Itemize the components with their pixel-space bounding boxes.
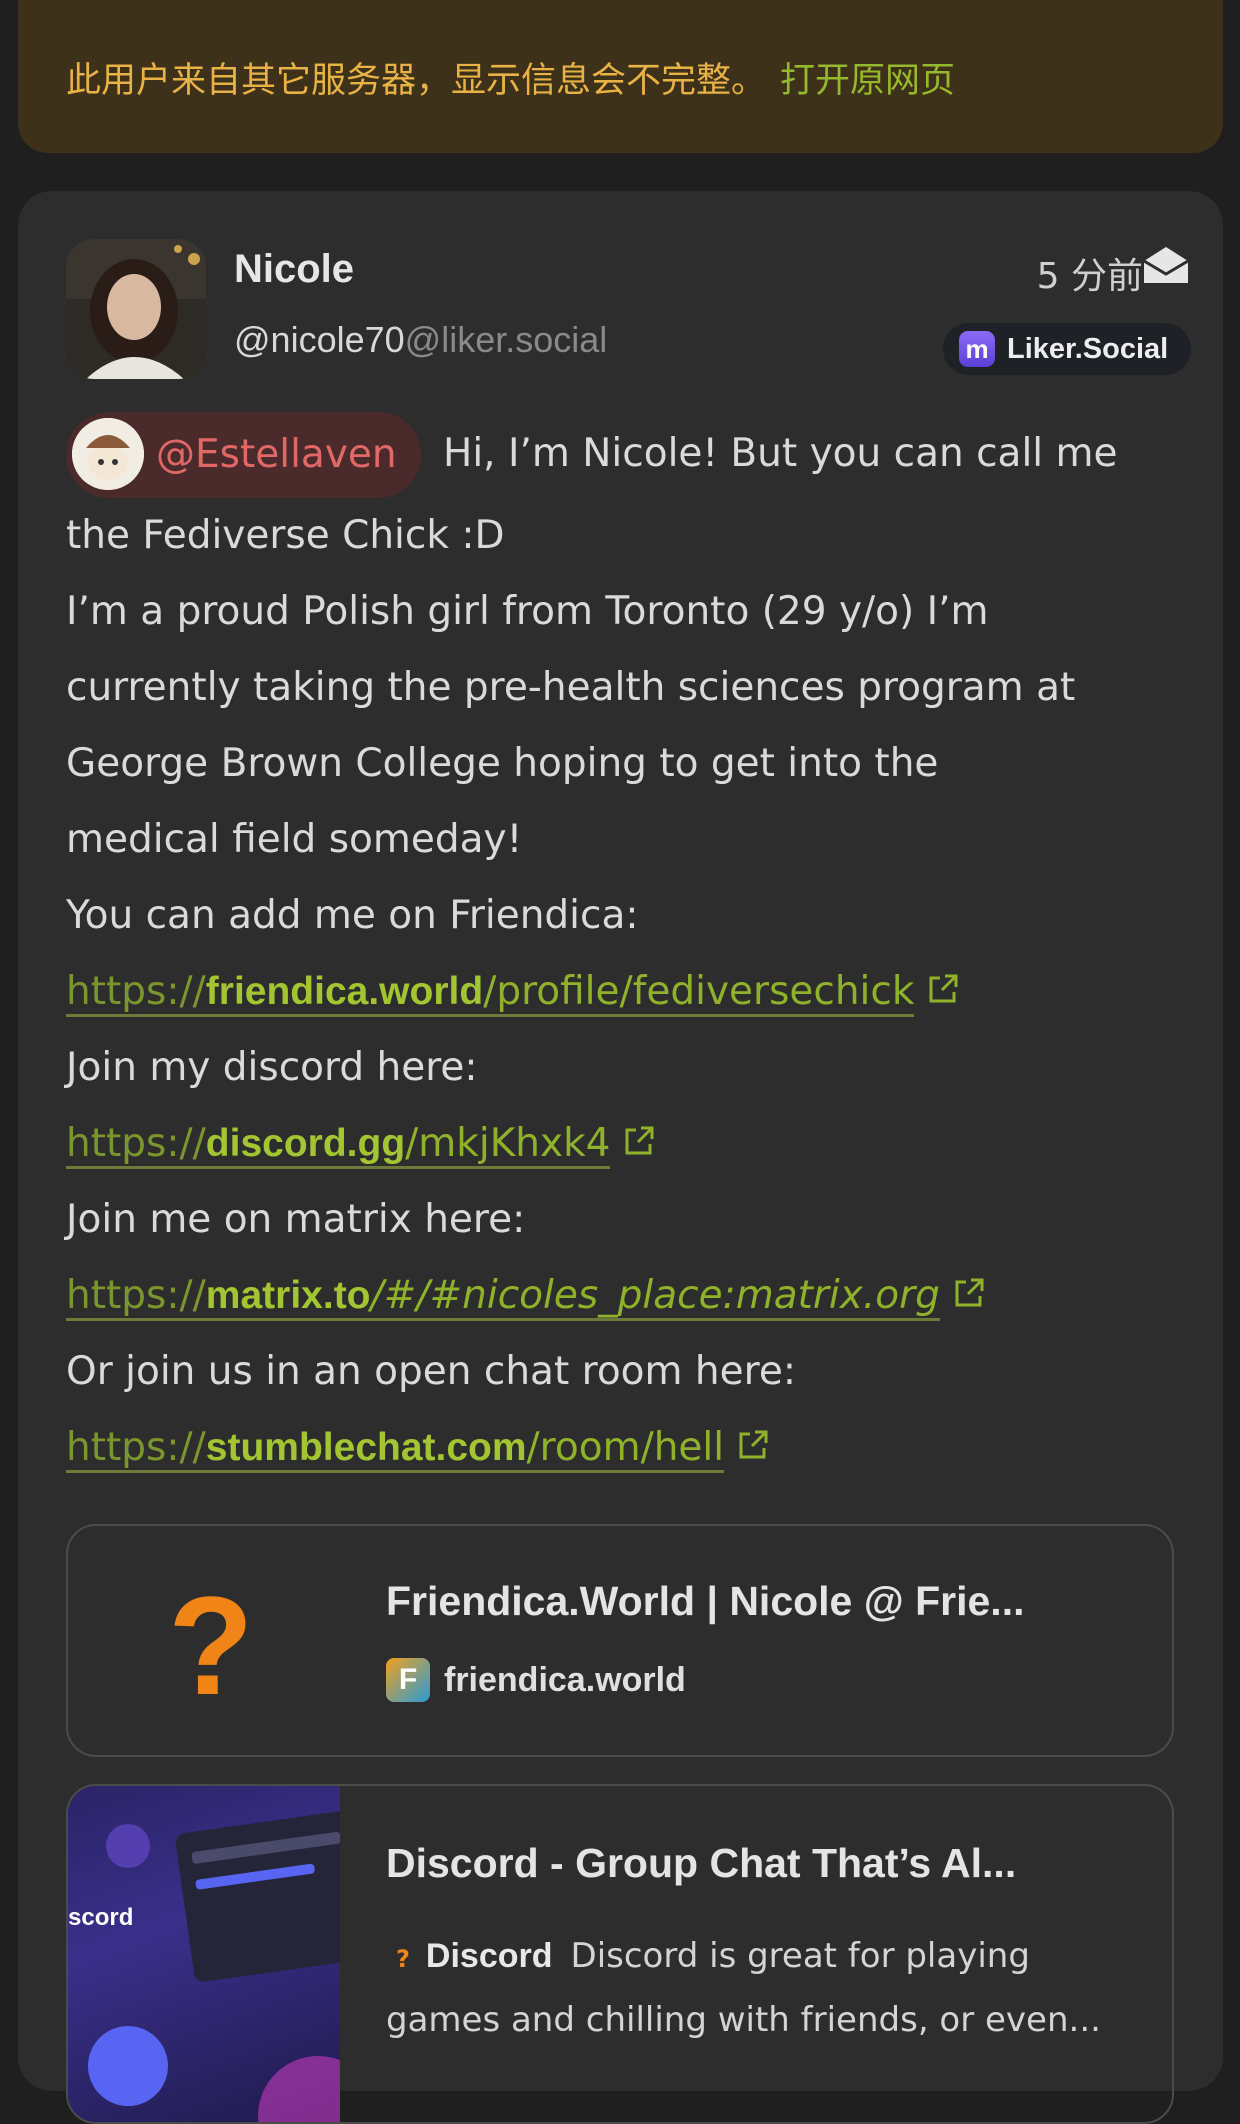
thumbnail-text: scord: [68, 1904, 134, 1931]
content-intro: Hi, I’m Nicole! But you can call me: [443, 430, 1118, 476]
preview-title: Discord - Group Chat That’s Al...: [386, 1840, 1017, 1886]
content-line: Or join us in an open chat room here:: [66, 1349, 796, 1394]
instance-name: Liker.Social: [1007, 332, 1169, 365]
link-domain: matrix.to: [205, 1274, 371, 1317]
link-preview-card[interactable]: scord Discord - Group Chat That’s Al... …: [66, 1784, 1174, 2124]
content-line: Join my discord here:: [66, 1045, 478, 1090]
link-path: /profile/fediversechick: [483, 969, 915, 1014]
stumblechat-link[interactable]: https://stumblechat.com/room/hell: [66, 1425, 725, 1473]
link-path: /room/hell: [526, 1425, 725, 1470]
account-handle[interactable]: @nicole70@liker.social: [234, 319, 607, 361]
matrix-link[interactable]: https://matrix.to/#/#nicoles_place:matri…: [66, 1273, 940, 1321]
mention-handle: @Estellaven: [156, 432, 397, 477]
friendica-icon: F: [386, 1658, 430, 1702]
link-domain: stumblechat.com: [205, 1426, 527, 1469]
account-host: @liker.social: [404, 319, 608, 360]
preview-title: Friendica.World | Nicole @ Frie...: [386, 1578, 1025, 1624]
link-domain: discord.gg: [205, 1122, 406, 1165]
external-link-icon: [625, 1126, 654, 1155]
content-line: George Brown College hoping to get into …: [66, 741, 939, 786]
mention-chip[interactable]: @Estellaven: [66, 412, 421, 498]
envelope-open-icon: [1143, 247, 1189, 283]
mention-avatar: [72, 417, 144, 490]
preview-desc-1: Discord is great for playing: [570, 1936, 1030, 1976]
open-original-link[interactable]: 打开原网页: [780, 61, 955, 101]
external-link-icon: [739, 1430, 768, 1459]
link-path: /#/#nicoles_place:matrix.org: [370, 1273, 940, 1318]
instance-badge[interactable]: m Liker.Social: [943, 323, 1191, 375]
content-first-line: @Estellaven Hi, I’m Nicole! But you can …: [66, 412, 1176, 498]
display-name[interactable]: Nicole: [234, 247, 354, 292]
content-line: the Fediverse Chick :D: [66, 513, 505, 558]
preview-site-name: Discord: [425, 1937, 553, 1975]
preview-site: F friendica.world: [386, 1658, 686, 1702]
link-protocol: https://: [66, 1425, 206, 1470]
content-line: Join me on matrix here:: [66, 1197, 526, 1242]
link-domain: friendica.world: [205, 970, 484, 1013]
question-mark-icon: ?: [168, 1567, 254, 1724]
preview-site-name: friendica.world: [444, 1660, 686, 1699]
link-line: https://friendica.world/profile/fedivers…: [66, 954, 1176, 1030]
content-line: You can add me on Friendica:: [66, 893, 639, 938]
friendica-link[interactable]: https://friendica.world/profile/fedivers…: [66, 969, 915, 1017]
link-line: https://discord.gg/mkjKhxk4: [66, 1106, 1176, 1182]
link-preview-card[interactable]: ? Friendica.World | Nicole @ Frie... F f…: [66, 1524, 1174, 1757]
remote-user-banner: 此用户来自其它服务器，显示信息会不完整。 打开原网页: [18, 0, 1223, 153]
post-content: @Estellaven Hi, I’m Nicole! But you can …: [66, 412, 1176, 1486]
external-link-icon: [929, 974, 958, 1003]
banner-message: 此用户来自其它服务器，显示信息会不完整。: [66, 61, 767, 101]
account-username: @nicole70: [234, 319, 405, 360]
mastodon-icon: m: [959, 331, 995, 367]
content-line: I’m a proud Polish girl from Toronto (29…: [66, 589, 989, 634]
avatar[interactable]: [66, 239, 206, 379]
link-protocol: https://: [66, 1273, 206, 1318]
question-mark-icon: ?: [396, 1945, 410, 1973]
link-protocol: https://: [66, 969, 206, 1014]
link-path: /mkjKhxk4: [405, 1121, 611, 1166]
post-timestamp[interactable]: 5 分前: [1037, 247, 1143, 299]
preview-desc-2: games and chilling with friends, or even…: [386, 2000, 1101, 2040]
link-line: https://matrix.to/#/#nicoles_place:matri…: [66, 1258, 1176, 1334]
discord-link[interactable]: https://discord.gg/mkjKhxk4: [66, 1121, 611, 1169]
preview-thumbnail: scord: [68, 1786, 383, 2122]
status-card: Nicole @nicole70@liker.social 5 分前 m Lik…: [18, 191, 1223, 2124]
content-line: medical field someday!: [66, 817, 523, 862]
content-line: currently taking the pre-health sciences…: [66, 665, 1076, 710]
preview-description: ? Discord Discord is great for playing gam…: [386, 1926, 1146, 2051]
link-protocol: https://: [66, 1121, 206, 1166]
external-link-icon: [955, 1278, 984, 1307]
link-line: https://stumblechat.com/room/hell: [66, 1410, 1176, 1486]
